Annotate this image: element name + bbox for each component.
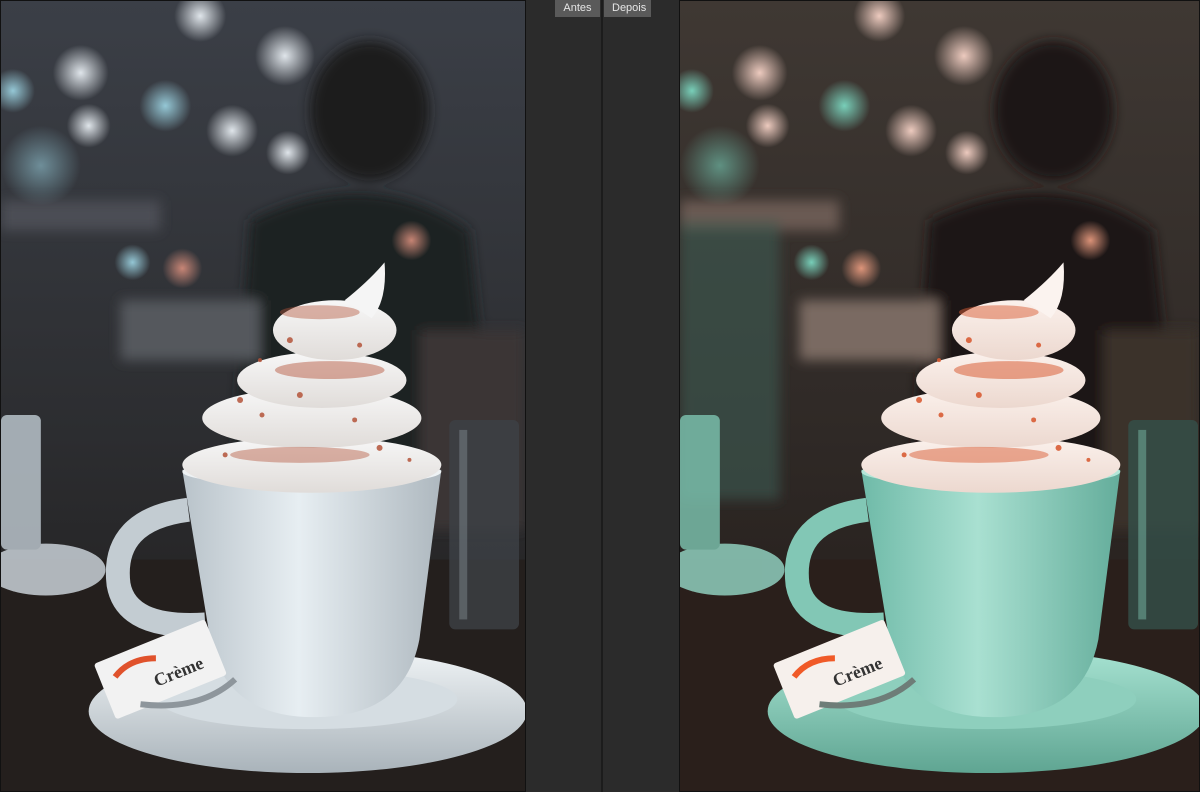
- before-after-workspace: Crème Antes Depois Crème: [0, 0, 1200, 792]
- before-photo-image: Crème: [1, 1, 525, 791]
- compare-divider: [601, 0, 603, 792]
- after-label-tab[interactable]: Depois: [604, 0, 651, 17]
- after-photo: Crème: [679, 0, 1200, 792]
- before-photo: Crème: [0, 0, 526, 792]
- before-label-tab[interactable]: Antes: [555, 0, 600, 17]
- after-photo-image: Crème: [680, 1, 1199, 791]
